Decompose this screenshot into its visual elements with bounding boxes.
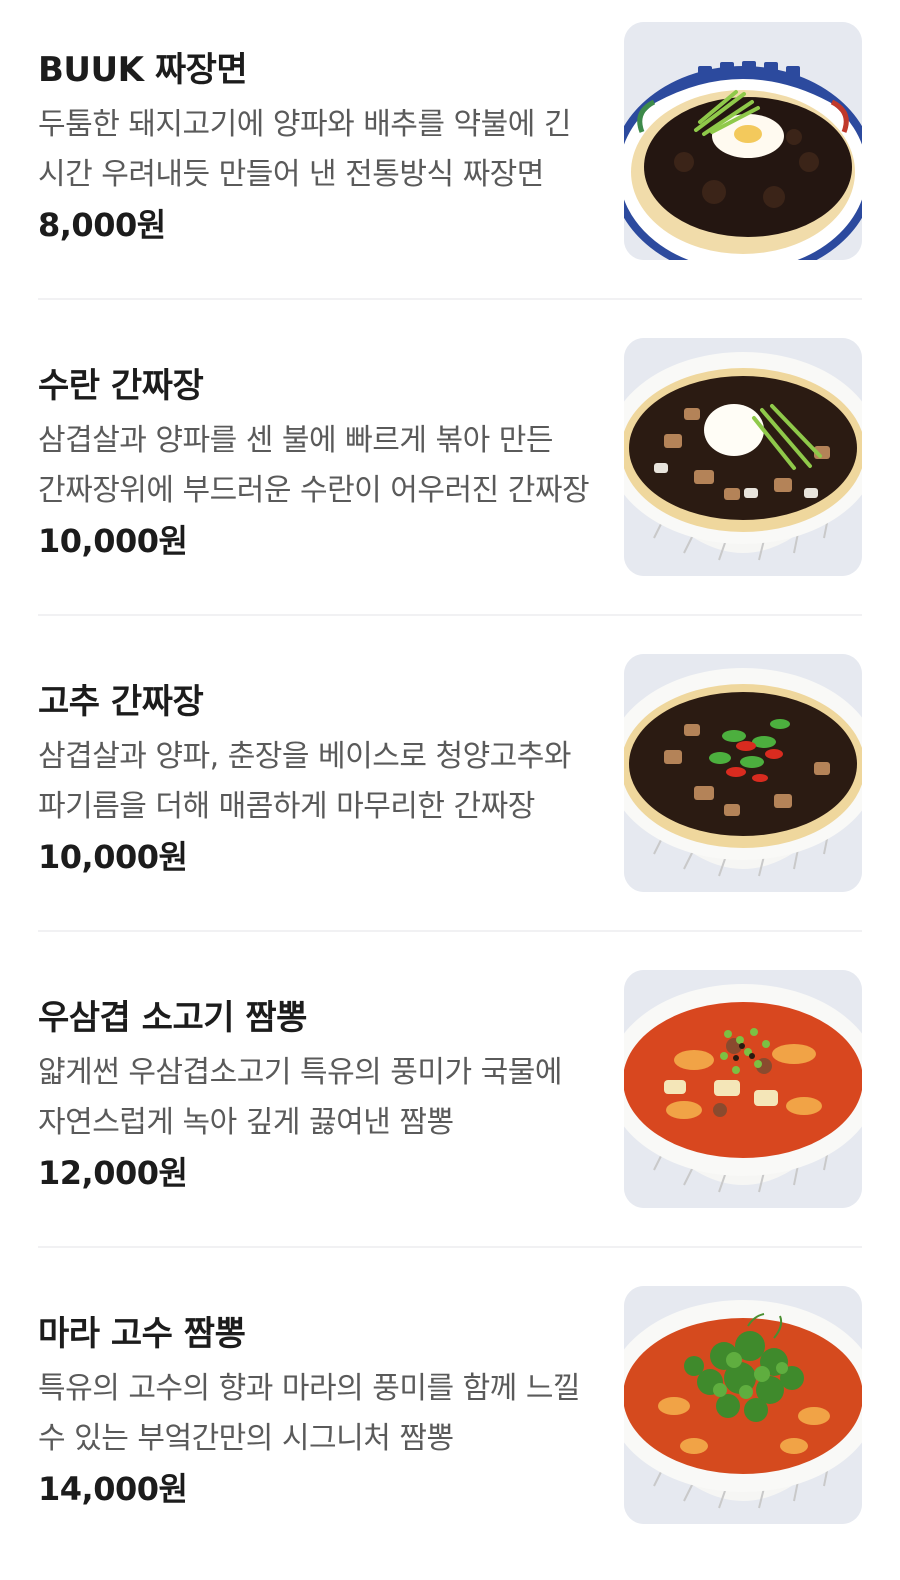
menu-item-price: 10,000원 <box>38 522 188 560</box>
mala-jjamppong-bowl-illustration <box>624 1286 862 1524</box>
menu-item-price: 14,000원 <box>38 1470 188 1508</box>
item-divider <box>38 930 862 932</box>
menu-item-price: 8,000원 <box>38 206 166 244</box>
menu-item-description: 삼겹살과 양파를 센 불에 빠르게 볶아 만든 간짜장위에 부드러운 수란이 어… <box>38 423 590 508</box>
menu-item-description: 두툼한 돼지고기에 양파와 배추를 약불에 긴 시간 우려내듯 만들어 낸 전통… <box>38 107 571 192</box>
menu-list: BUUK 짜장면 두툼한 돼지고기에 양파와 배추를 약불에 긴 시간 우려내듯… <box>0 0 900 1562</box>
menu-item-name: 수란 간짜장 <box>38 366 204 406</box>
menu-item-name: 우삼겹 소고기 짬뽕 <box>38 998 307 1038</box>
menu-item-price: 12,000원 <box>38 1154 188 1192</box>
menu-item-description: 특유의 고수의 향과 마라의 풍미를 함께 느낄 수 있는 부엌간만의 시그니처… <box>38 1371 581 1456</box>
item-divider <box>38 298 862 300</box>
menu-item-name: 고추 간짜장 <box>38 682 204 722</box>
menu-item-name: 마라 고수 짬뽕 <box>38 1314 246 1354</box>
chili-ganjjajang-image[interactable] <box>624 654 862 892</box>
menu-item-chili-ganjjajang[interactable]: 고추 간짜장 삼겹살과 양파, 춘장을 베이스로 청양고추와 파기름을 더해 매… <box>0 632 900 948</box>
menu-item-poached-egg-ganjjajang[interactable]: 수란 간짜장 삼겹살과 양파를 센 불에 빠르게 볶아 만든 간짜장위에 부드러… <box>0 316 900 632</box>
menu-item-mala-coriander-jjamppong[interactable]: 마라 고수 짬뽕 특유의 고수의 향과 마라의 풍미를 함께 느낄 수 있는 부… <box>0 1264 900 1580</box>
menu-item-price: 10,000원 <box>38 838 188 876</box>
chili-ganjjajang-bowl-illustration <box>624 654 862 892</box>
menu-item-name: BUUK 짜장면 <box>38 50 248 90</box>
menu-item-description: 삼겹살과 양파, 춘장을 베이스로 청양고추와 파기름을 더해 매콤하게 마무리… <box>38 739 571 824</box>
item-divider <box>38 1246 862 1248</box>
beef-jjamppong-bowl-illustration <box>624 970 862 1208</box>
jjajangmyeon-image[interactable] <box>624 22 862 260</box>
mala-coriander-jjamppong-image[interactable] <box>624 1286 862 1524</box>
menu-item-buuk-jjajangmyeon[interactable]: BUUK 짜장면 두툼한 돼지고기에 양파와 배추를 약불에 긴 시간 우려내듯… <box>0 0 900 316</box>
item-divider <box>38 614 862 616</box>
beef-jjamppong-image[interactable] <box>624 970 862 1208</box>
menu-item-description: 얇게썬 우삼겹소고기 특유의 풍미가 국물에 자연스럽게 녹아 깊게 끓여낸 짬… <box>38 1055 562 1140</box>
menu-item-beef-jjamppong[interactable]: 우삼겹 소고기 짬뽕 얇게썬 우삼겹소고기 특유의 풍미가 국물에 자연스럽게 … <box>0 948 900 1264</box>
ganjjajang-bowl-illustration <box>624 338 862 576</box>
poached-egg-ganjjajang-image[interactable] <box>624 338 862 576</box>
jjajangmyeon-bowl-illustration <box>624 22 862 260</box>
